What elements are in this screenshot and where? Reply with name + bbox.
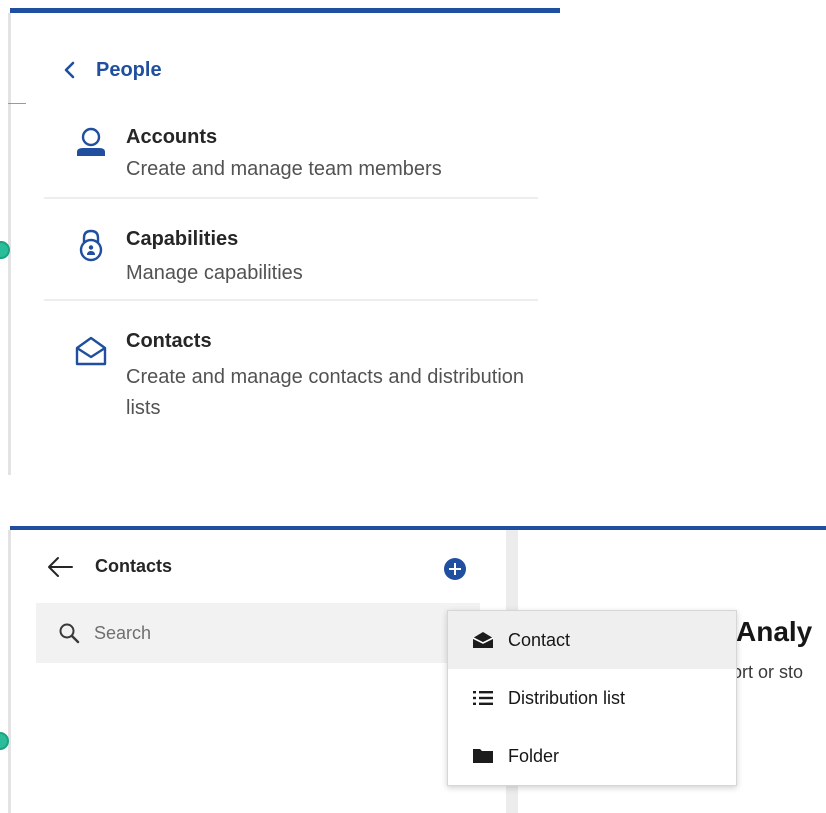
- menu-item-accounts[interactable]: Accounts Create and manage team members: [44, 120, 538, 198]
- menu-item-capabilities[interactable]: Capabilities Manage capabilities: [44, 222, 538, 300]
- back-label: People: [96, 58, 162, 81]
- back-to-people-link[interactable]: People: [60, 56, 162, 84]
- search-icon: [59, 623, 80, 644]
- menu-option-label: Contact: [508, 629, 571, 650]
- divider: [44, 197, 538, 199]
- arrow-left-icon[interactable]: [46, 554, 74, 580]
- menu-item-description: Manage capabilities: [126, 262, 303, 284]
- menu-option-contact[interactable]: Contact: [448, 611, 736, 669]
- menu-option-label: Distribution list: [508, 687, 626, 708]
- divider: [44, 299, 538, 301]
- add-button[interactable]: [444, 558, 466, 580]
- people-menu-panel: People Accounts Create and manage team m…: [0, 0, 826, 480]
- list-icon: [473, 691, 493, 705]
- folder-icon: [473, 749, 493, 763]
- header-accent-bar: [10, 8, 560, 13]
- chevron-left-icon: [64, 61, 75, 79]
- contact-envelope-icon: [472, 632, 494, 648]
- menu-item-contacts[interactable]: Contacts Create and manage contacts and …: [44, 326, 538, 426]
- menu-item-title: Accounts: [126, 126, 218, 148]
- left-rail: [8, 530, 11, 813]
- menu-item-description: Create and manage team members: [126, 158, 442, 180]
- lock-icon: [79, 229, 103, 262]
- search-input[interactable]: [94, 622, 394, 644]
- menu-item-description: Create and manage contacts and distribut…: [126, 366, 525, 419]
- background-subtext: ort or sto: [732, 662, 804, 682]
- user-icon: [77, 127, 105, 156]
- menu-option-folder[interactable]: Folder: [448, 727, 736, 785]
- add-dropdown-menu: Contact Distribution list Folder: [447, 610, 737, 786]
- menu-option-label: Folder: [508, 745, 560, 766]
- header-accent-bar: [10, 526, 826, 530]
- menu-item-title: Capabilities: [126, 228, 239, 250]
- search-field[interactable]: [36, 603, 480, 663]
- envelope-open-icon: [75, 336, 107, 366]
- menu-option-distribution-list[interactable]: Distribution list: [448, 669, 736, 727]
- page-title: Contacts: [95, 556, 173, 576]
- rail-tick: [8, 103, 26, 104]
- contacts-panel: Contacts Analy ort or sto Contact: [0, 520, 826, 813]
- background-heading: Analy: [736, 616, 813, 647]
- menu-item-title: Contacts: [126, 330, 212, 352]
